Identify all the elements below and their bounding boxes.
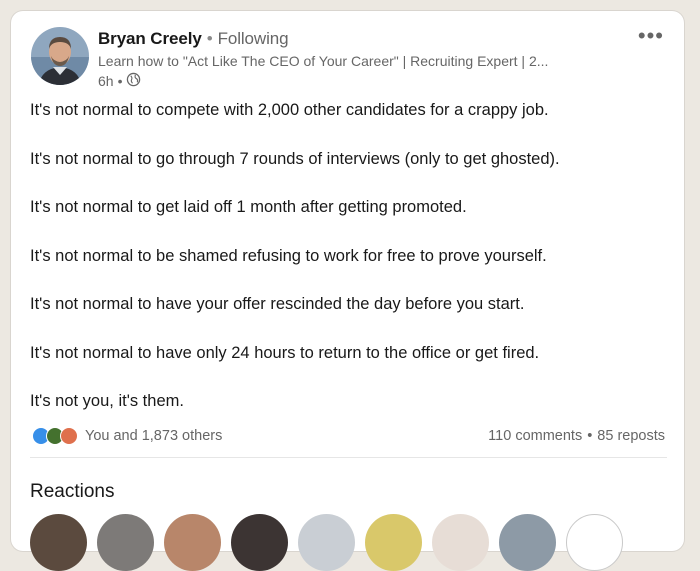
post-line: It's not normal to have only 24 hours to… (30, 343, 540, 362)
globe-icon (126, 72, 141, 90)
separator-dot: • (206, 29, 213, 48)
post-body: It's not normal to compete with 2,000 ot… (30, 100, 670, 440)
reactions-text: You and 1,873 others (85, 428, 223, 444)
post-time: 6h (98, 73, 114, 89)
author-headline: Learn how to "Act Like The CEO of Your C… (98, 53, 549, 69)
reactor-avatars (30, 514, 623, 571)
reactions-count[interactable]: You and 1,873 others (32, 427, 222, 445)
stats-separator: • (587, 428, 593, 444)
reactor-avatar[interactable] (231, 514, 288, 571)
post-line: It's not normal to get laid off 1 month … (30, 198, 467, 216)
post-line: It's not normal to have your offer resci… (30, 295, 525, 313)
author-avatar[interactable] (31, 27, 89, 85)
post-meta: 6h • (98, 72, 141, 90)
post-line: It's not normal to be shamed refusing to… (30, 246, 547, 265)
engagement-stats: 110 comments • 85 reposts (488, 428, 665, 444)
reactor-avatar[interactable] (298, 514, 355, 571)
author-name[interactable]: Bryan Creely (98, 29, 202, 48)
reactor-avatar[interactable] (365, 514, 422, 571)
divider (30, 457, 667, 458)
reactor-avatar[interactable] (97, 514, 154, 571)
reactor-avatar[interactable] (30, 514, 87, 571)
author-line: Bryan Creely • Following (98, 29, 289, 49)
post-line: It's not normal to go through 7 rounds o… (30, 149, 560, 168)
more-options-icon[interactable]: ••• (638, 25, 664, 47)
post-card: Bryan Creely • Following Learn how to "Act… (11, 11, 684, 571)
reaction-icons (32, 427, 78, 445)
reposts-count[interactable]: 85 reposts (597, 428, 665, 444)
reactor-avatar[interactable] (499, 514, 556, 571)
meta-separator: • (117, 73, 123, 89)
reactions-heading: Reactions (30, 481, 115, 502)
follow-status[interactable]: Following (218, 29, 289, 48)
social-counts-bar: You and 1,873 others 110 comments • 85 r… (32, 427, 665, 445)
post-line: It's not normal to compete with 2,000 ot… (30, 101, 549, 119)
comments-count[interactable]: 110 comments (488, 428, 582, 444)
more-reactors-button[interactable] (566, 514, 623, 571)
reactor-avatar[interactable] (432, 514, 489, 571)
love-icon (60, 427, 78, 445)
reactor-avatar[interactable] (164, 514, 221, 571)
